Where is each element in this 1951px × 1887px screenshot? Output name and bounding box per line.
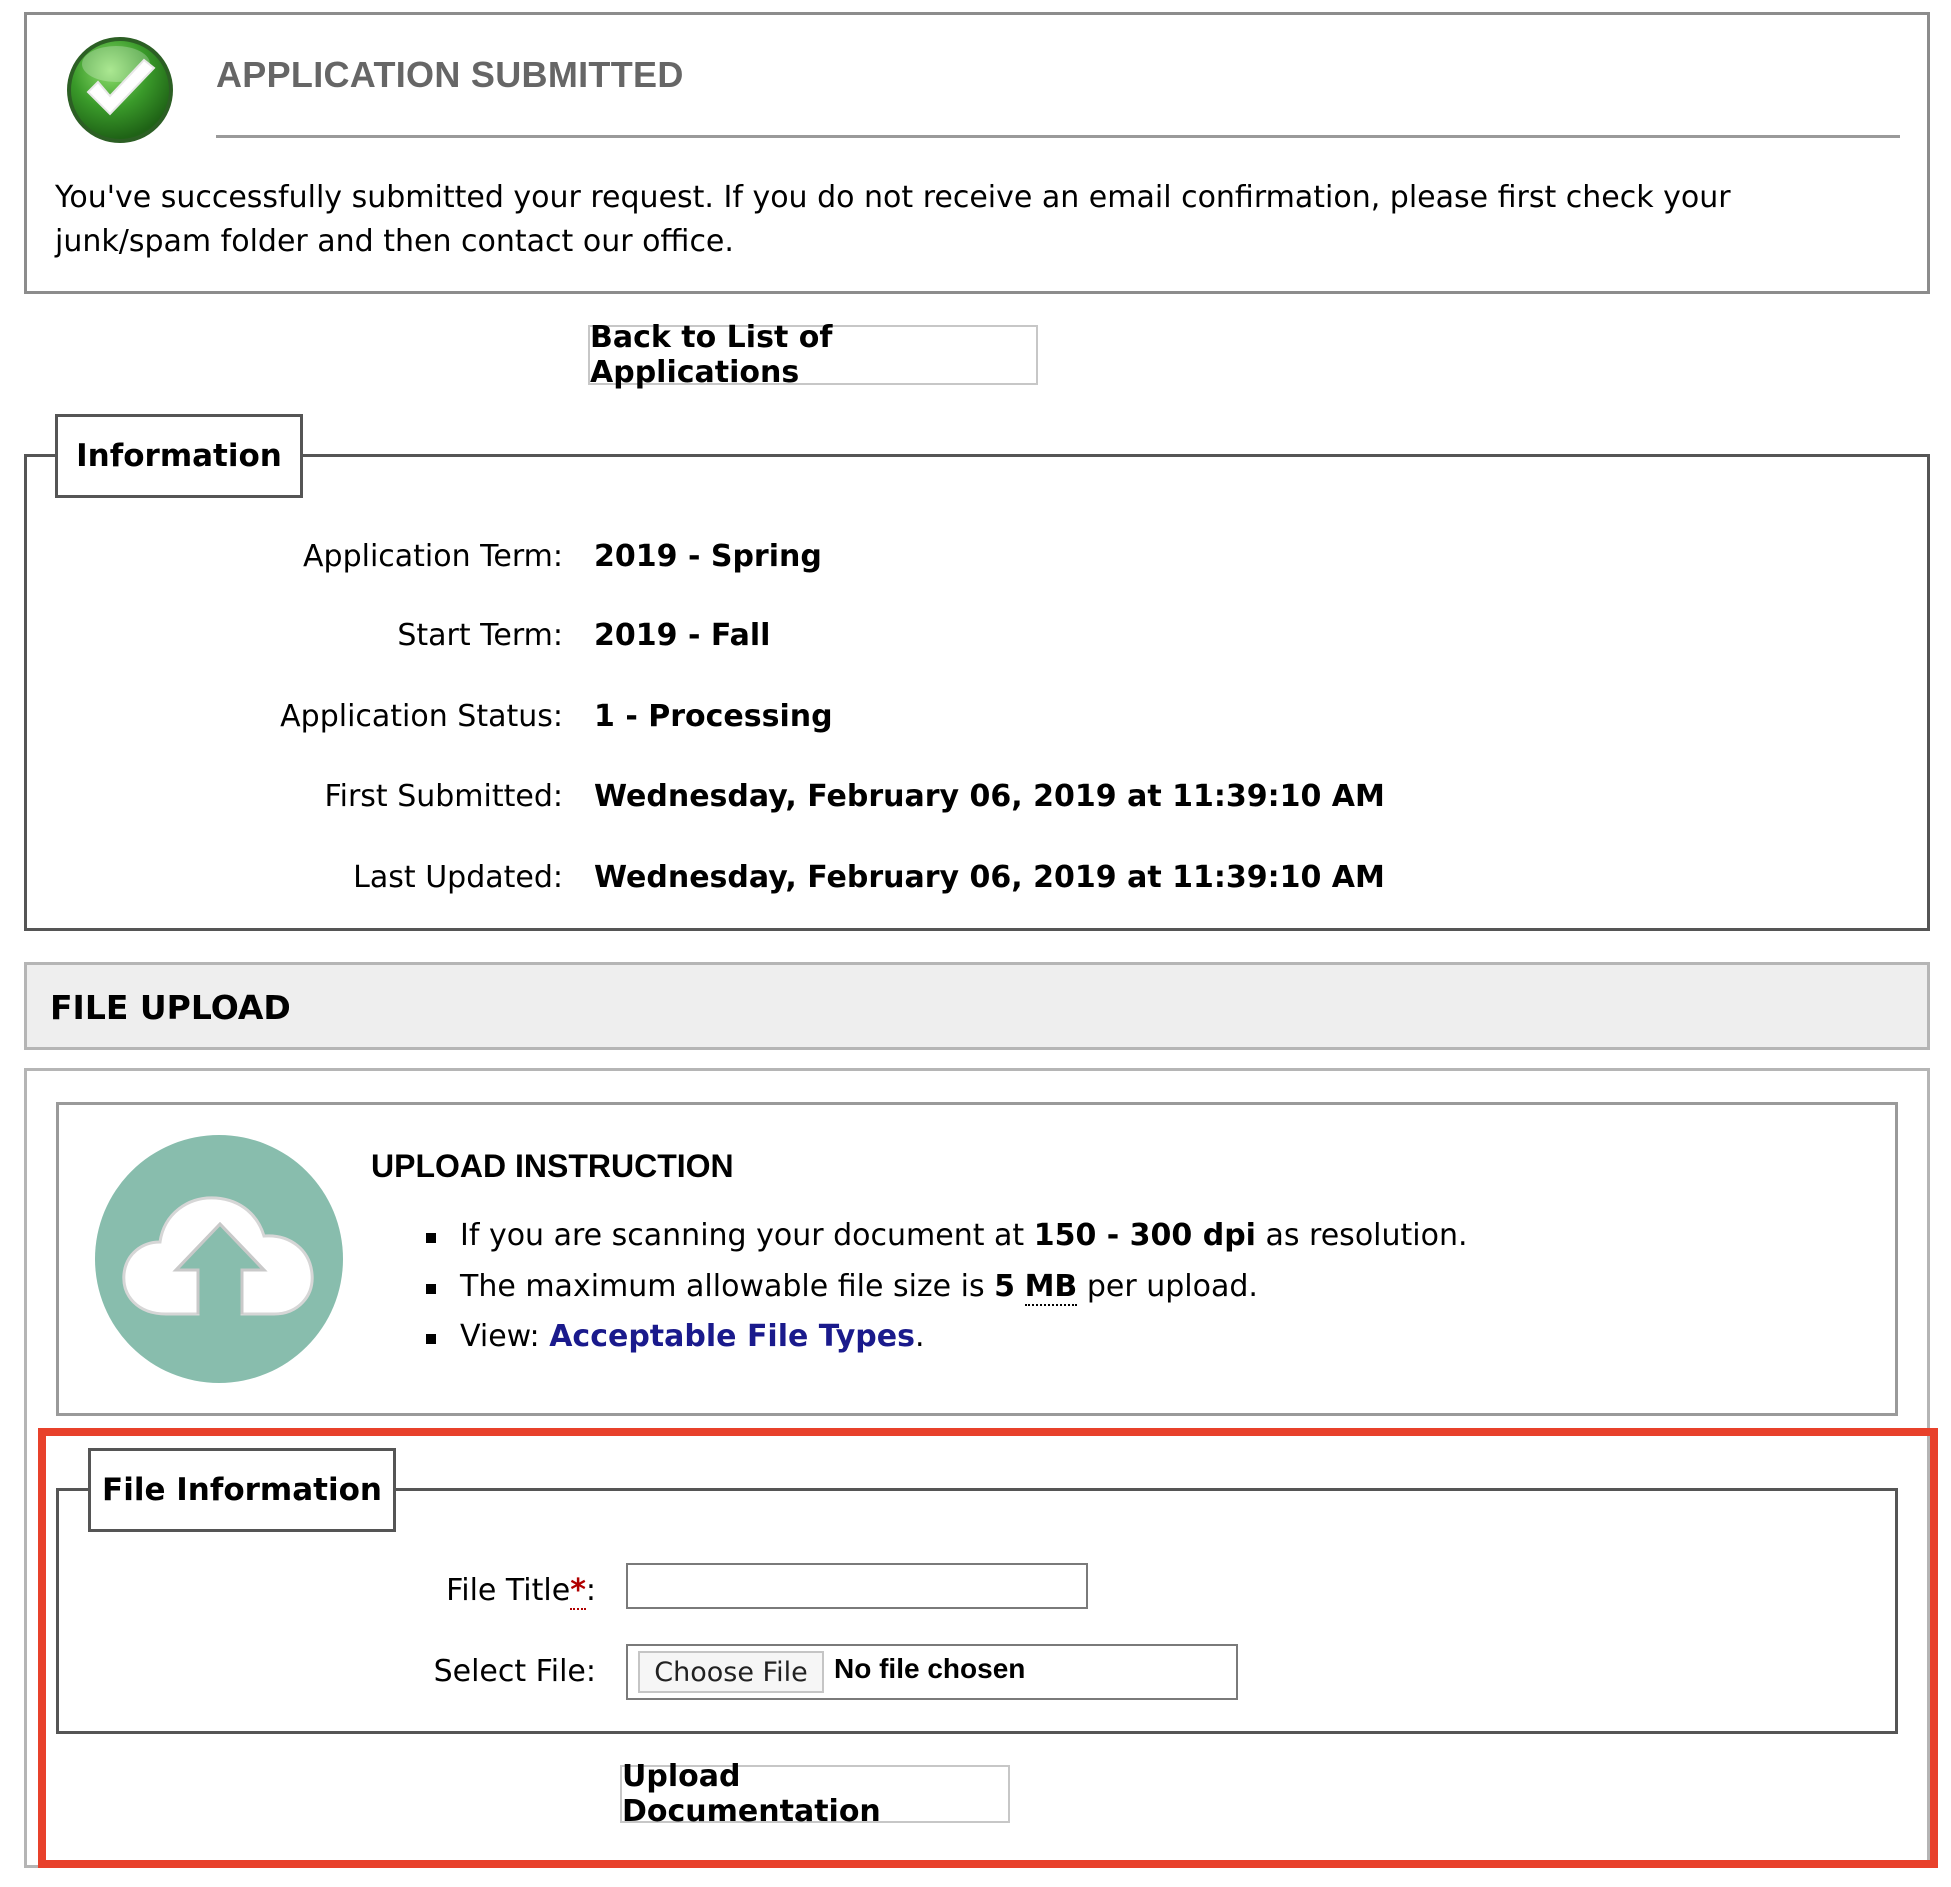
last-updated-label: Last Updated: — [353, 860, 563, 895]
back-to-list-button[interactable]: Back to List of Applications — [588, 320, 1038, 390]
instruction-resolution: If you are scanning your document at 150… — [460, 1218, 1468, 1253]
first-submitted-value: Wednesday, February 06, 2019 at 11:39:10… — [594, 779, 1385, 814]
upload-instruction-title: UPLOAD INSTRUCTION — [371, 1148, 734, 1184]
resolution-value: 150 - 300 dpi — [1033, 1218, 1256, 1253]
file-upload-header — [24, 962, 1930, 1050]
application-status-label: Application Status: — [280, 699, 563, 734]
file-upload-title: FILE UPLOAD — [50, 988, 291, 1027]
acceptable-file-types-link[interactable]: Acceptable File Types — [549, 1319, 915, 1354]
first-submitted-label: First Submitted: — [324, 779, 563, 814]
success-message: You've successfully submitted your reque… — [55, 180, 1731, 259]
instruction-text: View: — [460, 1319, 550, 1354]
instruction-text: as resolution. — [1255, 1218, 1468, 1253]
instruction-file-size: The maximum allowable file size is 5 MB … — [460, 1269, 1258, 1306]
application-term-value: 2019 - Spring — [594, 539, 822, 574]
start-term-label: Start Term: — [397, 618, 563, 653]
start-term-value: 2019 - Fall — [594, 618, 771, 653]
file-size-number: 5 — [994, 1269, 1016, 1304]
cloud-upload-icon — [95, 1135, 343, 1383]
instruction-text: If you are scanning your document at — [460, 1218, 1034, 1253]
instruction-text: . — [914, 1319, 925, 1354]
application-term-label: Application Term: — [303, 539, 563, 574]
highlight-annotation — [38, 1428, 1938, 1868]
last-updated-value: Wednesday, February 06, 2019 at 11:39:10… — [594, 860, 1385, 895]
bullet-icon — [426, 1233, 436, 1243]
success-title: APPLICATION SUBMITTED — [216, 54, 684, 95]
instruction-text: per upload. — [1077, 1269, 1258, 1304]
check-circle-icon — [67, 37, 173, 143]
bullet-icon — [426, 1284, 436, 1294]
file-size-unit: MB — [1024, 1269, 1078, 1306]
bullet-icon — [426, 1334, 436, 1344]
title-divider — [216, 135, 1900, 138]
instruction-file-types: View: Acceptable File Types. — [460, 1319, 924, 1354]
instruction-text: The maximum allowable file size is — [460, 1269, 995, 1304]
information-legend: Information — [55, 414, 303, 498]
application-status-value: 1 - Processing — [594, 699, 833, 734]
